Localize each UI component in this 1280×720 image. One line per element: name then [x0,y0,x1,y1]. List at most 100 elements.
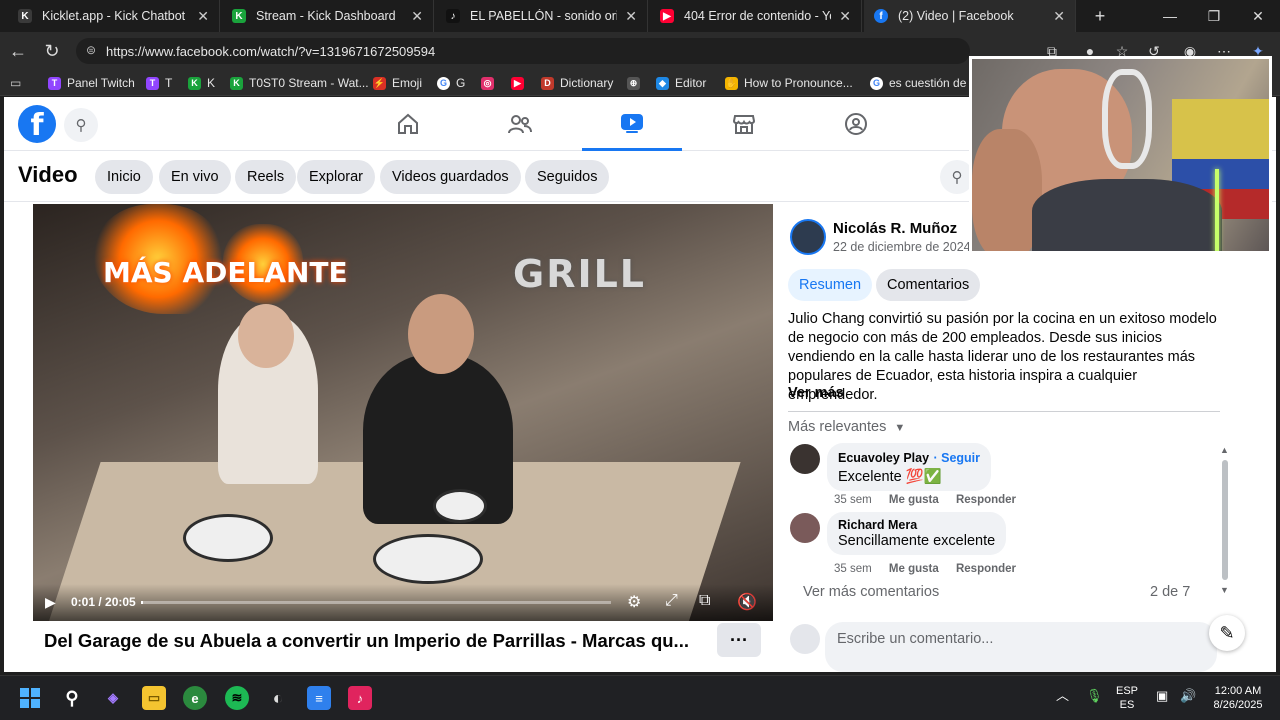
restore-button[interactable]: ❐ [1192,0,1236,32]
comment-author[interactable]: Richard Mera [838,518,995,532]
avatar[interactable] [790,513,820,543]
microphone-icon[interactable]: 🎙 [1086,689,1103,703]
author-name[interactable]: Nicolás R. Muñoz [833,220,957,237]
bookmark-es-cuestion[interactable]: Ges cuestión de t [870,74,973,92]
file-explorer-icon[interactable]: ▭ [142,686,166,710]
notepad-icon[interactable]: ≡ [307,686,331,710]
reply-link[interactable]: Responder [956,494,1016,506]
comment-time[interactable]: 35 sem [834,563,872,575]
close-tab-icon[interactable]: ✕ [411,8,423,25]
search-icon[interactable]: ⚲ [64,108,98,142]
nav-friends-icon[interactable] [470,97,570,151]
youtube-icon: ▶ [660,9,674,23]
reload-button[interactable]: ↻ [40,39,64,63]
mute-icon[interactable]: 🔇 [737,592,757,612]
bookmark-t[interactable]: TT [146,74,172,92]
bookmark-editor[interactable]: ◆ Editor [656,74,706,92]
spotify-icon[interactable]: ≋ [225,686,249,710]
scroll-down-icon[interactable]: ▼ [1220,585,1229,595]
bookmark-youtube[interactable]: ▶ [511,74,530,92]
clock[interactable]: 12:00 AM 8/26/2025 [1208,684,1268,712]
network-icon[interactable]: ▣ [1156,689,1168,703]
volume-icon[interactable]: 🔊 [1180,689,1196,703]
tab-resumen[interactable]: Resumen [788,269,873,301]
minimize-button[interactable]: — [1148,0,1192,32]
keyboard-layout: ES [1119,699,1135,711]
language-indicator[interactable]: ESP ES [1116,684,1138,712]
chip-videos-guardados[interactable]: Videos guardados [380,160,521,194]
video-player[interactable]: MÁS ADELANTE GRILL ▶ 0:01 / 20:05 ⚙ ⤢ ⧉ … [33,204,773,621]
bookmark-tosto-stream[interactable]: K T0ST0 Stream - Wat... [230,74,369,92]
close-window-button[interactable]: ✕ [1236,0,1280,32]
nav-groups-icon[interactable] [806,97,906,151]
comment-author[interactable]: Ecuavoley Play [838,451,929,465]
back-button[interactable]: ← [6,39,30,63]
new-tab-button[interactable]: + [1078,0,1122,32]
facebook-logo[interactable]: f [18,105,56,143]
bookmark-panel-twitch[interactable]: T Panel Twitch [48,74,135,92]
avatar[interactable] [790,444,820,474]
close-tab-icon[interactable]: ✕ [1053,8,1065,25]
app-icon[interactable]: ◈ [101,686,125,710]
nav-video-icon[interactable] [582,97,682,151]
comment-time[interactable]: 35 sem [834,494,872,506]
comment-input[interactable]: Escribe un comentario... [825,622,1217,672]
marketplace-icon [732,115,756,134]
tab-youtube[interactable]: ▶ 404 Error de contenido - YouTu ✕ [650,0,862,32]
reply-link[interactable]: Responder [956,563,1016,575]
post-date[interactable]: 22 de diciembre de 2024 [833,240,971,254]
like-link[interactable]: Me gusta [889,563,939,575]
see-more-link[interactable]: Ver más [788,385,844,401]
bookmark-instagram[interactable]: ◎ [481,74,500,92]
edge-browser-icon[interactable]: e [183,686,207,710]
more-options-button[interactable]: ··· [717,623,761,657]
video-progress-bar[interactable] [141,601,611,604]
url-input[interactable]: ⊜ https://www.facebook.com/watch/?v=1319… [76,38,970,64]
close-tab-icon[interactable]: ✕ [197,8,209,25]
bookmark-label: Emoji [392,76,423,90]
chip-seguidos[interactable]: Seguidos [525,160,610,194]
bookmark-dictionary[interactable]: D Dictionary [541,74,613,92]
scroll-up-icon[interactable]: ▲ [1220,445,1229,455]
obs-icon[interactable]: ◐ [266,686,290,710]
tab-tiktok[interactable]: ♪ EL PABELLÓN - sonido original ✕ [436,0,648,32]
nav-home-icon[interactable] [358,97,458,151]
miniplayer-icon[interactable]: ⧉ [699,592,710,610]
close-tab-icon[interactable]: ✕ [625,8,637,25]
settings-icon[interactable]: ⚙ [627,592,641,612]
clock-time: 12:00 AM [1214,685,1262,697]
chip-inicio[interactable]: Inicio [95,160,153,194]
chip-en-vivo[interactable]: En vivo [159,160,231,194]
bookmark-emoji[interactable]: ⚡ Emoji [373,74,422,92]
bookmark-how-to-pronounce[interactable]: ✋ How to Pronounce... [725,74,853,92]
tab-kick-dashboard[interactable]: K Stream - Kick Dashboard ✕ [222,0,434,32]
close-tab-icon[interactable]: ✕ [839,8,851,25]
bookmark-k[interactable]: KK [188,74,215,92]
bookmark-globe[interactable]: ⊕ [627,74,646,92]
bookmark-g[interactable]: GG [437,74,465,92]
show-hidden-icons[interactable]: ︿ [1056,689,1069,703]
nav-marketplace-icon[interactable] [694,97,794,151]
tab-facebook[interactable]: f (2) Video | Facebook ✕ [864,0,1076,32]
search-icon[interactable]: ⚲ [60,686,84,710]
compose-message-button[interactable]: ✎ [1209,615,1245,651]
chip-reels[interactable]: Reels [235,160,297,194]
reading-list-icon[interactable]: ▭ [10,74,21,92]
more-comments-link[interactable]: Ver más comentarios [803,584,939,600]
tiktok-studio-icon[interactable]: ♪ [348,686,372,710]
tab-kicklet[interactable]: K Kicklet.app - Kick Chatbot and ✕ [8,0,220,32]
fullscreen-icon[interactable]: ⤢ [665,592,678,610]
language-code: ESP [1116,685,1139,697]
play-icon[interactable]: ▶ [45,594,56,611]
follow-link[interactable]: · Seguir [933,451,980,465]
kick-icon: K [232,9,246,23]
tab-comentarios[interactable]: Comentarios [876,269,981,301]
comments-scrollbar[interactable] [1222,460,1228,580]
site-info-icon[interactable]: ⊜ [86,43,96,57]
kick-icon: K [230,76,243,90]
sort-dropdown[interactable]: Más relevantes ▼ [788,419,905,435]
chip-explorar[interactable]: Explorar [297,160,375,194]
author-avatar[interactable] [790,219,826,255]
like-link[interactable]: Me gusta [889,494,939,506]
windows-start-icon[interactable] [18,686,42,710]
